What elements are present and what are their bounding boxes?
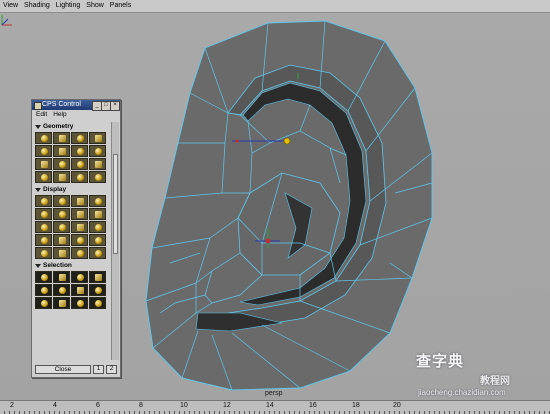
- tool-icon[interactable]: [71, 221, 88, 233]
- section-display[interactable]: Display: [35, 185, 109, 194]
- timeline-tick-label: 14: [266, 402, 274, 409]
- tool-icon[interactable]: [35, 271, 52, 283]
- viewport-menubar: View Shading Lighting Show Panels: [0, 0, 550, 13]
- tool-icon[interactable]: [71, 171, 88, 183]
- section-label: Selection: [43, 262, 72, 269]
- tool-icon[interactable]: [53, 234, 70, 246]
- cps-title-bar[interactable]: CPS Control _ □ ×: [32, 100, 120, 111]
- timeline-tick-label: 2: [10, 402, 14, 409]
- selection-tool-grid: [35, 271, 109, 309]
- timeline-tick-label: 18: [352, 402, 360, 409]
- tool-icon[interactable]: [71, 208, 88, 220]
- timeline-tick-label: 16: [309, 402, 317, 409]
- timeline-tick-label: 6: [96, 402, 100, 409]
- tool-icon[interactable]: [53, 132, 70, 144]
- small-button-1[interactable]: 1: [93, 365, 104, 374]
- timeline-tick-label: 10: [180, 402, 188, 409]
- tool-icon[interactable]: [35, 171, 52, 183]
- tool-icon[interactable]: [53, 145, 70, 157]
- tool-icon[interactable]: [71, 145, 88, 157]
- watermark-line1: 查字典: [416, 353, 465, 370]
- tool-icon[interactable]: [35, 247, 52, 259]
- tool-icon[interactable]: [71, 132, 88, 144]
- timeline-tick-label: 8: [139, 402, 143, 409]
- time-slider[interactable]: 2 4 6 8 10 12 14 16 18 20: [0, 400, 550, 414]
- tool-icon[interactable]: [89, 247, 106, 259]
- tool-icon[interactable]: [35, 145, 52, 157]
- tool-icon[interactable]: [35, 297, 52, 309]
- cps-control-window: CPS Control _ □ × Edit Help Geometry Dis…: [31, 99, 121, 378]
- tool-icon[interactable]: [89, 132, 106, 144]
- tool-icon[interactable]: [89, 145, 106, 157]
- site-watermark: 查字典 教程网 jiaocheng.chazidian.com: [410, 348, 550, 400]
- cps-menu-row: Edit Help: [32, 110, 120, 120]
- tool-icon[interactable]: [71, 195, 88, 207]
- close-button[interactable]: Close: [35, 365, 91, 374]
- tool-icon[interactable]: [35, 208, 52, 220]
- tool-icon[interactable]: [89, 234, 106, 246]
- collapse-triangle-icon: [35, 124, 41, 129]
- section-label: Geometry: [43, 123, 74, 130]
- cps-scrollbar[interactable]: [111, 122, 119, 360]
- menu-view[interactable]: View: [0, 0, 21, 12]
- tool-icon[interactable]: [53, 195, 70, 207]
- watermark-line2: 教程网: [480, 376, 510, 387]
- small-button-2[interactable]: 2: [106, 365, 117, 374]
- section-selection[interactable]: Selection: [35, 261, 109, 270]
- timeline-tick-label: 12: [223, 402, 231, 409]
- menu-shading[interactable]: Shading: [21, 0, 53, 12]
- tool-icon[interactable]: [35, 221, 52, 233]
- cps-menu-help[interactable]: Help: [53, 110, 66, 120]
- geometry-tool-grid: [35, 132, 109, 183]
- tool-icon[interactable]: [71, 271, 88, 283]
- tool-icon[interactable]: [89, 297, 106, 309]
- section-geometry[interactable]: Geometry: [35, 122, 109, 131]
- timeline-tick-label: 4: [53, 402, 57, 409]
- tool-icon[interactable]: [71, 158, 88, 170]
- tool-icon[interactable]: [53, 271, 70, 283]
- menu-panels[interactable]: Panels: [107, 0, 134, 12]
- tool-icon[interactable]: [35, 132, 52, 144]
- menu-lighting[interactable]: Lighting: [53, 0, 84, 12]
- tool-icon[interactable]: [71, 234, 88, 246]
- tool-icon[interactable]: [71, 297, 88, 309]
- tool-icon[interactable]: [53, 221, 70, 233]
- tool-icon[interactable]: [35, 158, 52, 170]
- app-icon: [34, 102, 42, 110]
- section-label: Display: [43, 186, 67, 193]
- collapse-triangle-icon: [35, 187, 41, 192]
- tool-icon[interactable]: [35, 234, 52, 246]
- tool-icon[interactable]: [89, 158, 106, 170]
- tool-icon[interactable]: [89, 271, 106, 283]
- tool-icon[interactable]: [53, 208, 70, 220]
- cps-title: CPS Control: [42, 101, 81, 108]
- cps-menu-edit[interactable]: Edit: [36, 110, 47, 120]
- display-tool-grid: [35, 195, 109, 259]
- tool-icon[interactable]: [53, 158, 70, 170]
- tool-icon[interactable]: [89, 284, 106, 296]
- tool-icon[interactable]: [53, 297, 70, 309]
- tool-icon[interactable]: [35, 195, 52, 207]
- collapse-triangle-icon: [35, 263, 41, 268]
- tool-icon[interactable]: [53, 171, 70, 183]
- watermark-line3: jiaocheng.chazidian.com: [418, 388, 506, 397]
- close-icon[interactable]: ×: [110, 101, 120, 111]
- timeline-tick-label: 20: [393, 402, 401, 409]
- tool-icon[interactable]: [35, 284, 52, 296]
- tool-icon[interactable]: [89, 195, 106, 207]
- tool-icon[interactable]: [53, 247, 70, 259]
- scrollbar-thumb[interactable]: [113, 154, 118, 254]
- axis-gizmo-icon: [1, 15, 12, 26]
- cps-bottom-bar: Close 1 2: [35, 365, 117, 374]
- tool-icon[interactable]: [89, 171, 106, 183]
- cps-tool-panel: Geometry Display Selection: [35, 122, 109, 360]
- tool-icon[interactable]: [89, 221, 106, 233]
- tool-icon[interactable]: [89, 208, 106, 220]
- tool-icon[interactable]: [53, 284, 70, 296]
- menu-show[interactable]: Show: [83, 0, 107, 12]
- tool-icon[interactable]: [71, 247, 88, 259]
- tool-icon[interactable]: [71, 284, 88, 296]
- camera-label: persp: [265, 390, 283, 397]
